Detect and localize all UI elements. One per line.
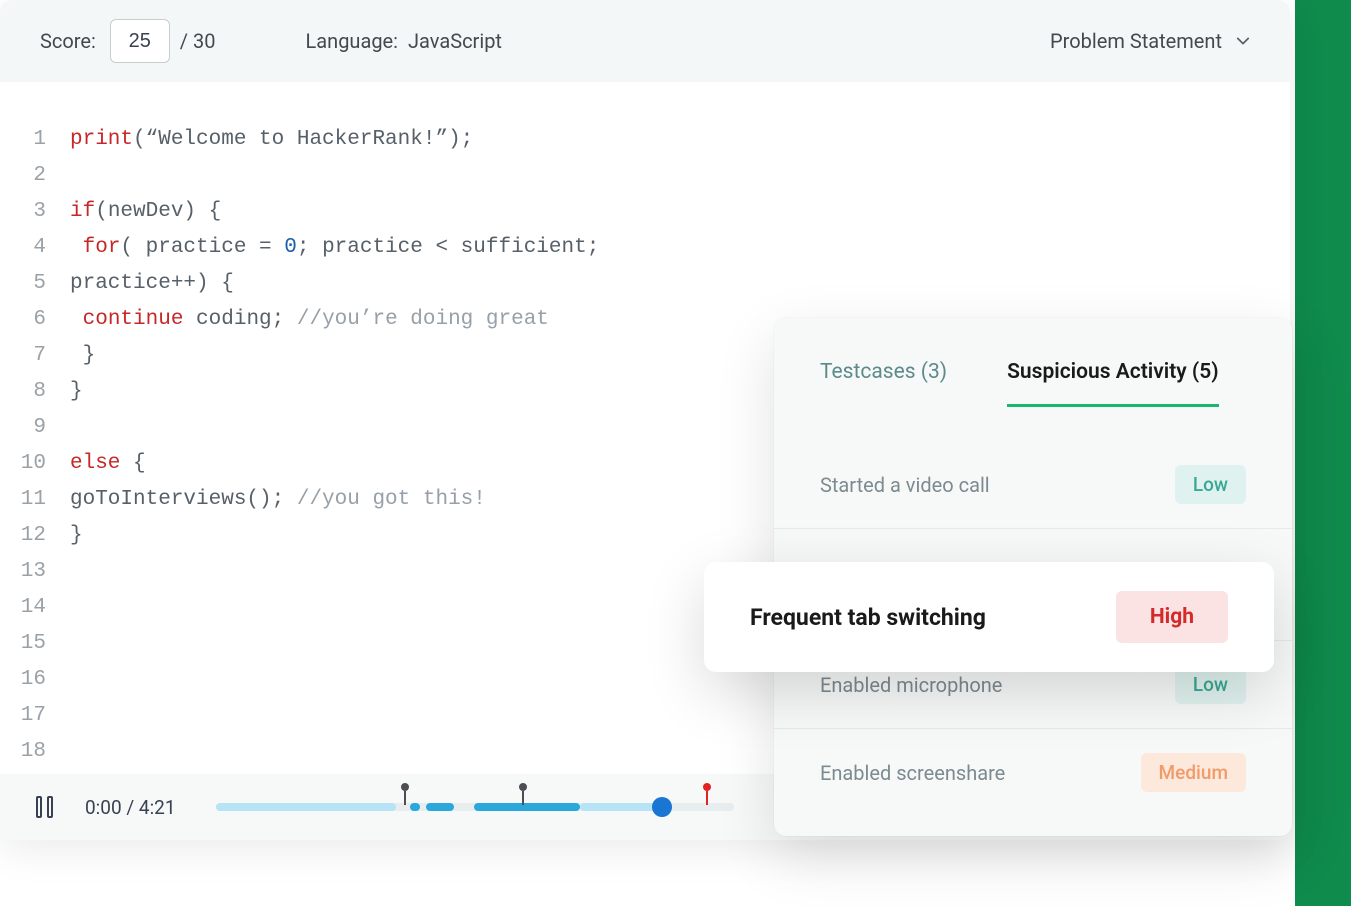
chevron-down-icon xyxy=(1236,34,1250,48)
playhead[interactable] xyxy=(652,797,672,817)
line-number: 17 xyxy=(0,698,70,734)
activity-label: Enabled microphone xyxy=(820,673,1002,697)
severity-badge-low: Low xyxy=(1175,465,1246,504)
line-number: 12 xyxy=(0,518,70,554)
code-line: 4 for( practice = 0; practice < sufficie… xyxy=(0,230,1290,266)
code-content: else { xyxy=(70,446,146,482)
code-content: for( practice = 0; practice < sufficient… xyxy=(70,230,599,266)
line-number: 18 xyxy=(0,734,70,770)
tab-suspicious-activity[interactable]: Suspicious Activity (5) xyxy=(1007,360,1218,407)
code-content: } xyxy=(70,374,83,410)
code-line: 1print(“Welcome to HackerRank!”); xyxy=(0,122,1290,158)
timeline-marker-alert[interactable] xyxy=(706,791,708,805)
line-number: 13 xyxy=(0,554,70,590)
code-content: } xyxy=(70,338,95,374)
line-number: 8 xyxy=(0,374,70,410)
header-bar: Score: / 30 Language: JavaScript Problem… xyxy=(0,0,1290,82)
severity-badge-high: High xyxy=(1116,591,1228,643)
line-number: 15 xyxy=(0,626,70,662)
code-content: practice++) { xyxy=(70,266,234,302)
line-number: 10 xyxy=(0,446,70,482)
severity-badge-medium: Medium xyxy=(1141,753,1246,792)
panel-tabs: Testcases (3) Suspicious Activity (5) xyxy=(774,318,1292,407)
code-line: 5practice++) { xyxy=(0,266,1290,302)
activity-label: Enabled screenshare xyxy=(820,761,1005,785)
language-label: Language: xyxy=(306,29,399,53)
problem-statement-dropdown[interactable]: Problem Statement xyxy=(1050,29,1250,53)
code-content: print(“Welcome to HackerRank!”); xyxy=(70,122,473,158)
pause-button[interactable] xyxy=(36,796,53,818)
tab-testcases[interactable]: Testcases (3) xyxy=(820,360,947,407)
line-number: 4 xyxy=(0,230,70,266)
activity-item[interactable]: Enabled screenshare Medium xyxy=(774,729,1292,816)
line-number: 14 xyxy=(0,590,70,626)
line-number: 9 xyxy=(0,410,70,446)
dropdown-label: Problem Statement xyxy=(1050,29,1222,53)
timeline-track xyxy=(216,803,734,811)
timeline-marker[interactable] xyxy=(404,791,406,805)
code-content: if(newDev) { xyxy=(70,194,221,230)
line-number: 1 xyxy=(0,122,70,158)
code-line: 2 xyxy=(0,158,1290,194)
code-content: } xyxy=(70,518,83,554)
score-label: Score: xyxy=(40,29,96,53)
line-number: 7 xyxy=(0,338,70,374)
code-content: goToInterviews(); //you got this! xyxy=(70,482,486,518)
code-content: continue coding; //you’re doing great xyxy=(70,302,549,338)
timeline-segment xyxy=(216,803,396,811)
time-display: 0:00 / 4:21 xyxy=(85,796,176,819)
score-input[interactable] xyxy=(110,19,170,63)
language-value: JavaScript xyxy=(408,29,502,53)
timeline-segment xyxy=(474,803,580,811)
line-number: 16 xyxy=(0,662,70,698)
code-line: 3if(newDev) { xyxy=(0,194,1290,230)
timeline-segment xyxy=(410,803,420,811)
line-number: 11 xyxy=(0,482,70,518)
activity-item-highlighted[interactable]: Frequent tab switching High xyxy=(704,562,1274,672)
line-number: 2 xyxy=(0,158,70,194)
score-max: / 30 xyxy=(180,29,216,53)
line-number: 3 xyxy=(0,194,70,230)
activity-label: Started a video call xyxy=(820,473,990,497)
activity-item[interactable]: Started a video call Low xyxy=(774,441,1292,529)
page-edge-decoration xyxy=(1295,0,1351,906)
timeline-marker[interactable] xyxy=(522,791,524,805)
activity-label: Frequent tab switching xyxy=(750,604,986,631)
line-number: 6 xyxy=(0,302,70,338)
line-number: 5 xyxy=(0,266,70,302)
timeline-segment xyxy=(426,803,454,811)
